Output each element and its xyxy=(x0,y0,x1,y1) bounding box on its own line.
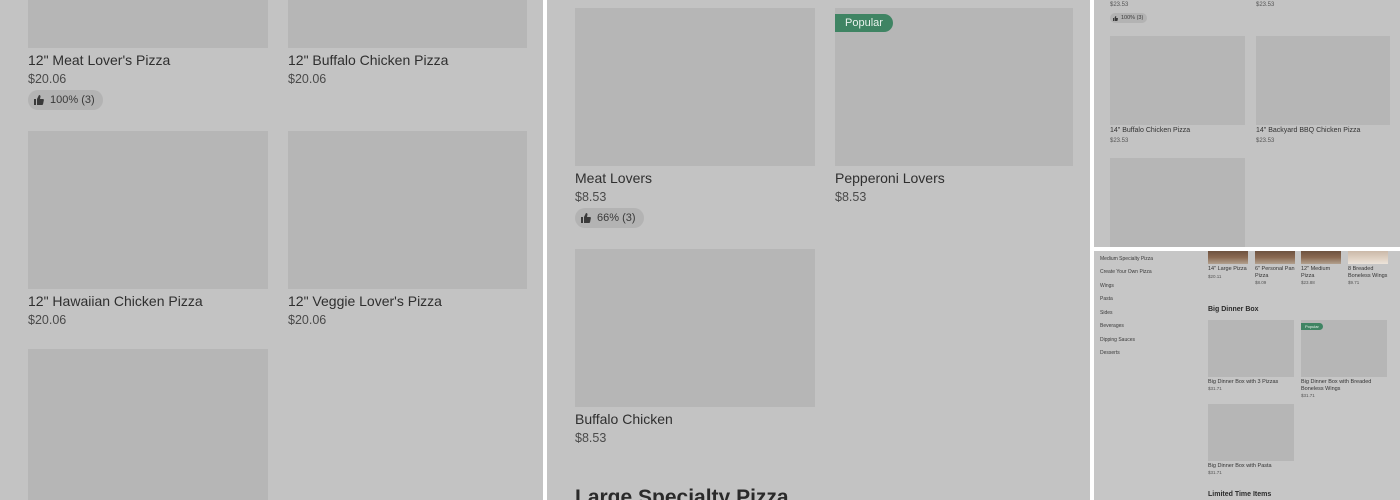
item-price: $31.71 xyxy=(1208,386,1222,391)
item-image xyxy=(1110,36,1245,125)
menu-panel-personal-pizza: Meat Lovers $8.53 66% (3) Popular Pepper… xyxy=(547,0,1090,500)
item-price: $23.53 xyxy=(1256,138,1275,144)
item-image xyxy=(288,131,527,289)
item-name: Meat Lovers xyxy=(575,170,653,186)
item-price: $8.53 xyxy=(835,190,867,204)
item-image xyxy=(28,131,268,289)
item-price: $20.06 xyxy=(28,72,67,86)
thumbs-up-icon xyxy=(34,95,44,105)
item-price: $20.06 xyxy=(288,72,327,86)
item-photo xyxy=(1255,251,1295,264)
item-name: 6" Personal Pan Pizza xyxy=(1255,266,1295,279)
rating-text: 66% (3) xyxy=(597,212,636,224)
item-name: Pepperoni Lovers xyxy=(835,170,945,186)
menu-panel-12-inch: 12" Meat Lover's Pizza $20.06 100% (3) 1… xyxy=(0,0,543,500)
item-name: 12" Buffalo Chicken Pizza xyxy=(288,52,449,68)
sidebar-item-wings[interactable]: Wings xyxy=(1100,283,1114,289)
sidebar-item-medium-specialty-pizza[interactable]: Medium Specialty Pizza xyxy=(1100,256,1153,262)
item-name: 12" Medium Pizza xyxy=(1301,266,1331,279)
item-price: $23.53 xyxy=(1110,138,1129,144)
thumbs-up-icon xyxy=(1113,15,1118,21)
item-image xyxy=(575,8,815,166)
item-price: $23.88 xyxy=(1301,280,1315,285)
item-image xyxy=(1256,36,1390,125)
rating-chip: 100% (3) xyxy=(28,90,103,110)
item-name: Big Dinner Box with Breaded Boneless Win… xyxy=(1301,379,1372,392)
item-name: 12" Veggie Lover's Pizza xyxy=(288,293,442,309)
item-image xyxy=(575,249,815,407)
item-image xyxy=(288,0,527,48)
screenshot-collage: 12" Meat Lover's Pizza $20.06 100% (3) 1… xyxy=(0,0,1400,500)
item-price: $20.06 xyxy=(288,313,327,327)
item-price: $20.11 xyxy=(1208,274,1222,279)
sidebar-item-create-your-own-pizza[interactable]: Create Your Own Pizza xyxy=(1100,269,1152,275)
menu-panel-14-inch: $23.53 $23.53 100% (3) 14" Buffalo Chick… xyxy=(1094,0,1400,247)
item-name: Buffalo Chicken xyxy=(575,411,673,427)
item-name: 8 Breaded Boneless Wings xyxy=(1348,266,1388,279)
item-name: 14" Buffalo Chicken Pizza xyxy=(1110,127,1191,134)
popular-badge: Popular xyxy=(835,14,893,32)
sidebar-item-pasta[interactable]: Pasta xyxy=(1100,296,1113,302)
item-name: 14" Large Pizza xyxy=(1208,266,1247,272)
item-photo xyxy=(1301,251,1341,264)
item-image xyxy=(1110,158,1245,247)
thumbs-up-icon xyxy=(581,213,591,223)
item-image xyxy=(1208,320,1294,377)
item-image xyxy=(28,0,268,48)
menu-panel-big-dinner-box: Medium Specialty Pizza Create Your Own P… xyxy=(1094,251,1400,500)
sidebar-item-sides[interactable]: Sides xyxy=(1100,310,1113,316)
rating-text: 100% (3) xyxy=(50,94,95,106)
item-price: $8.53 xyxy=(575,190,607,204)
rating-text: 100% (3) xyxy=(1121,15,1144,21)
item-photo xyxy=(1348,251,1388,264)
item-price: $23.53 xyxy=(1256,2,1275,8)
item-name: 12" Hawaiian Chicken Pizza xyxy=(28,293,203,309)
item-price: $8.09 xyxy=(1255,280,1267,285)
item-name: 14" Backyard BBQ Chicken Pizza xyxy=(1256,127,1361,134)
rating-chip: 66% (3) xyxy=(575,208,644,228)
section-heading: Big Dinner Box xyxy=(1208,306,1259,313)
item-price: $31.71 xyxy=(1208,470,1222,475)
item-price: $23.53 xyxy=(1110,2,1129,8)
section-heading: Large Specialty Pizza xyxy=(575,486,789,500)
section-heading: Limited Time Items xyxy=(1208,491,1272,498)
popular-badge: Popular xyxy=(1301,323,1323,330)
item-price: $8.53 xyxy=(575,431,607,445)
item-name: Big Dinner Box with Pasta xyxy=(1208,463,1272,469)
item-image xyxy=(1208,404,1294,461)
item-price: $20.06 xyxy=(28,313,67,327)
item-price: $9.71 xyxy=(1348,280,1360,285)
item-name: 12" Meat Lover's Pizza xyxy=(28,52,171,68)
item-image xyxy=(28,349,268,500)
sidebar-item-dipping-sauces[interactable]: Dipping Sauces xyxy=(1100,337,1135,343)
sidebar-item-beverages[interactable]: Beverages xyxy=(1100,323,1124,329)
rating-chip: 100% (3) xyxy=(1110,13,1148,23)
item-price: $31.71 xyxy=(1301,393,1315,398)
item-name: Big Dinner Box with 3 Pizzas xyxy=(1208,379,1279,385)
item-photo xyxy=(1208,251,1248,264)
sidebar-item-desserts[interactable]: Desserts xyxy=(1100,350,1120,356)
